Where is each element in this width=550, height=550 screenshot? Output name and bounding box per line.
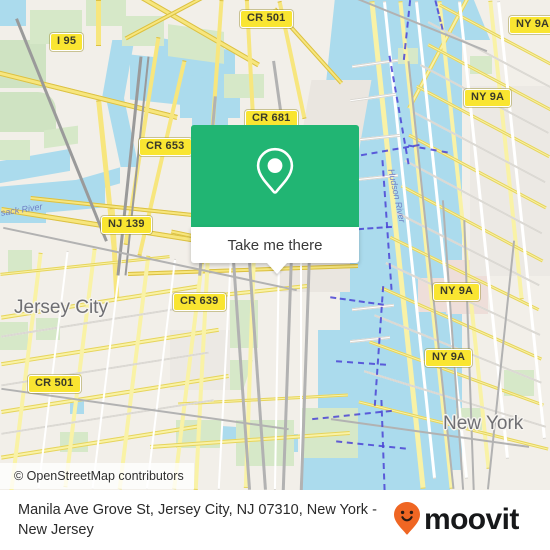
address-text: Manila Ave Grove St, Jersey City, NJ 073… bbox=[18, 502, 377, 538]
take-me-there-button[interactable]: Take me there bbox=[191, 227, 359, 263]
road-shield-nj139[interactable]: NJ 139 bbox=[101, 216, 152, 234]
road-shield-cr501-n[interactable]: CR 501 bbox=[240, 10, 293, 28]
moovit-logo[interactable]: moovit bbox=[392, 501, 519, 540]
location-pin-icon bbox=[253, 146, 297, 207]
map-screenshot: Hudson River sack River Jersey City New … bbox=[0, 0, 550, 550]
road-shield-i95[interactable]: I 95 bbox=[50, 33, 84, 51]
take-me-there-label: Take me there bbox=[227, 236, 323, 254]
location-callout-card[interactable]: Take me there bbox=[191, 125, 359, 274]
card-header bbox=[191, 125, 359, 227]
road-shield-ny9a-1[interactable]: NY 9A bbox=[509, 16, 550, 34]
road-shield-ny9a-4[interactable]: NY 9A bbox=[425, 349, 473, 367]
footer-bar: Manila Ave Grove St, Jersey City, NJ 073… bbox=[0, 490, 550, 550]
road-shield-ny9a-3[interactable]: NY 9A bbox=[433, 283, 481, 301]
place-label-new-york: New York bbox=[443, 413, 524, 434]
map-canvas[interactable]: Hudson River sack River Jersey City New … bbox=[0, 0, 550, 490]
place-label-jersey-city: Jersey City bbox=[14, 297, 108, 318]
moovit-wordmark: moovit bbox=[424, 503, 519, 536]
road-shield-cr501-s[interactable]: CR 501 bbox=[28, 375, 81, 393]
osm-attribution[interactable]: © OpenStreetMap contributors bbox=[0, 463, 194, 489]
road-shield-cr639[interactable]: CR 639 bbox=[173, 293, 226, 311]
road-shield-cr653[interactable]: CR 653 bbox=[139, 138, 192, 156]
road-shield-ny9a-2[interactable]: NY 9A bbox=[464, 89, 512, 107]
moovit-smiley-pin-icon bbox=[392, 501, 422, 540]
callout-tail bbox=[267, 263, 287, 274]
